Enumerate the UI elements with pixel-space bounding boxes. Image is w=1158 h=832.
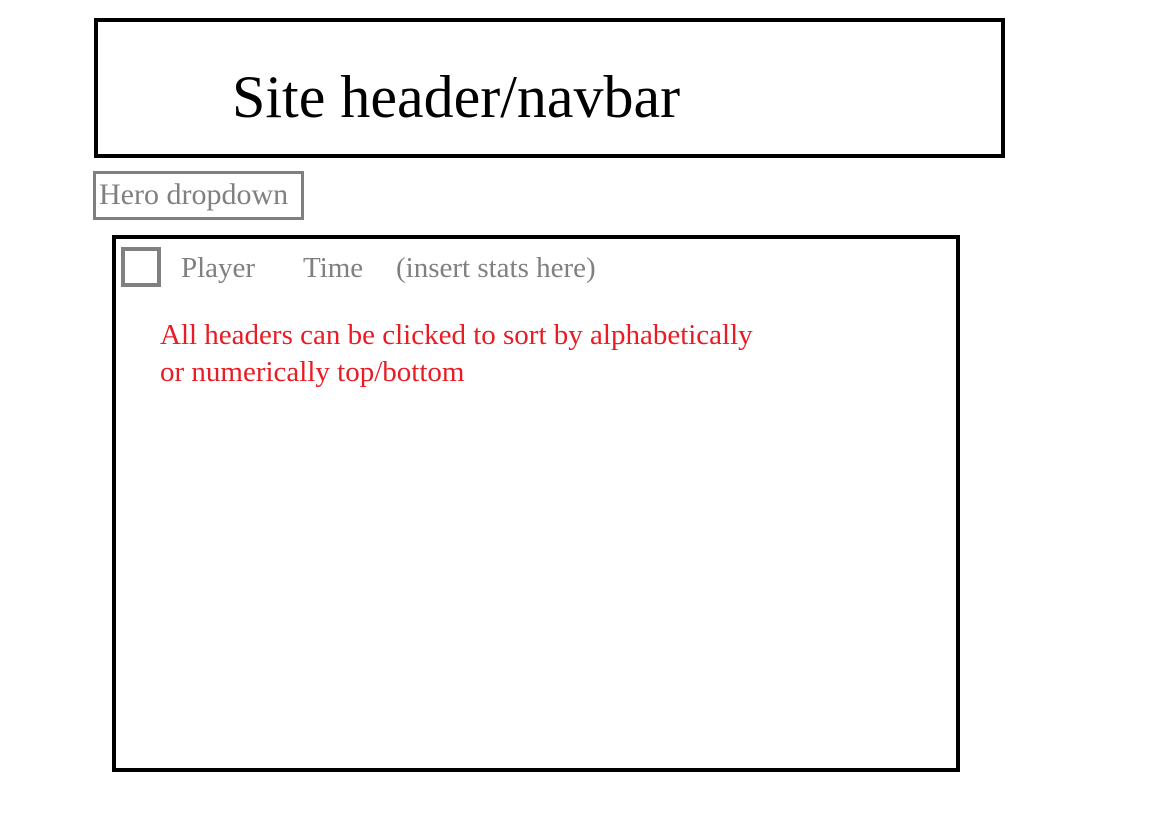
sort-annotation-line-1: All headers can be clicked to sort by al…	[160, 319, 753, 351]
column-header-time[interactable]: Time	[303, 251, 363, 285]
column-header-player[interactable]: Player	[181, 251, 255, 285]
stats-table: Player Time (insert stats here) All head…	[112, 235, 960, 772]
select-all-checkbox[interactable]	[121, 247, 161, 287]
hero-dropdown-label: Hero dropdown	[99, 178, 289, 211]
column-header-stats[interactable]: (insert stats here)	[396, 251, 596, 285]
sort-annotation: All headers can be clicked to sort by al…	[160, 317, 860, 391]
site-header-title: Site header/navbar	[232, 64, 681, 130]
sort-annotation-line-2: or numerically top/bottom	[160, 356, 465, 388]
page: Site header/navbar Hero dropdown Player …	[0, 0, 1158, 832]
site-header-navbar: Site header/navbar	[94, 18, 1005, 158]
hero-dropdown[interactable]: Hero dropdown	[93, 171, 304, 220]
